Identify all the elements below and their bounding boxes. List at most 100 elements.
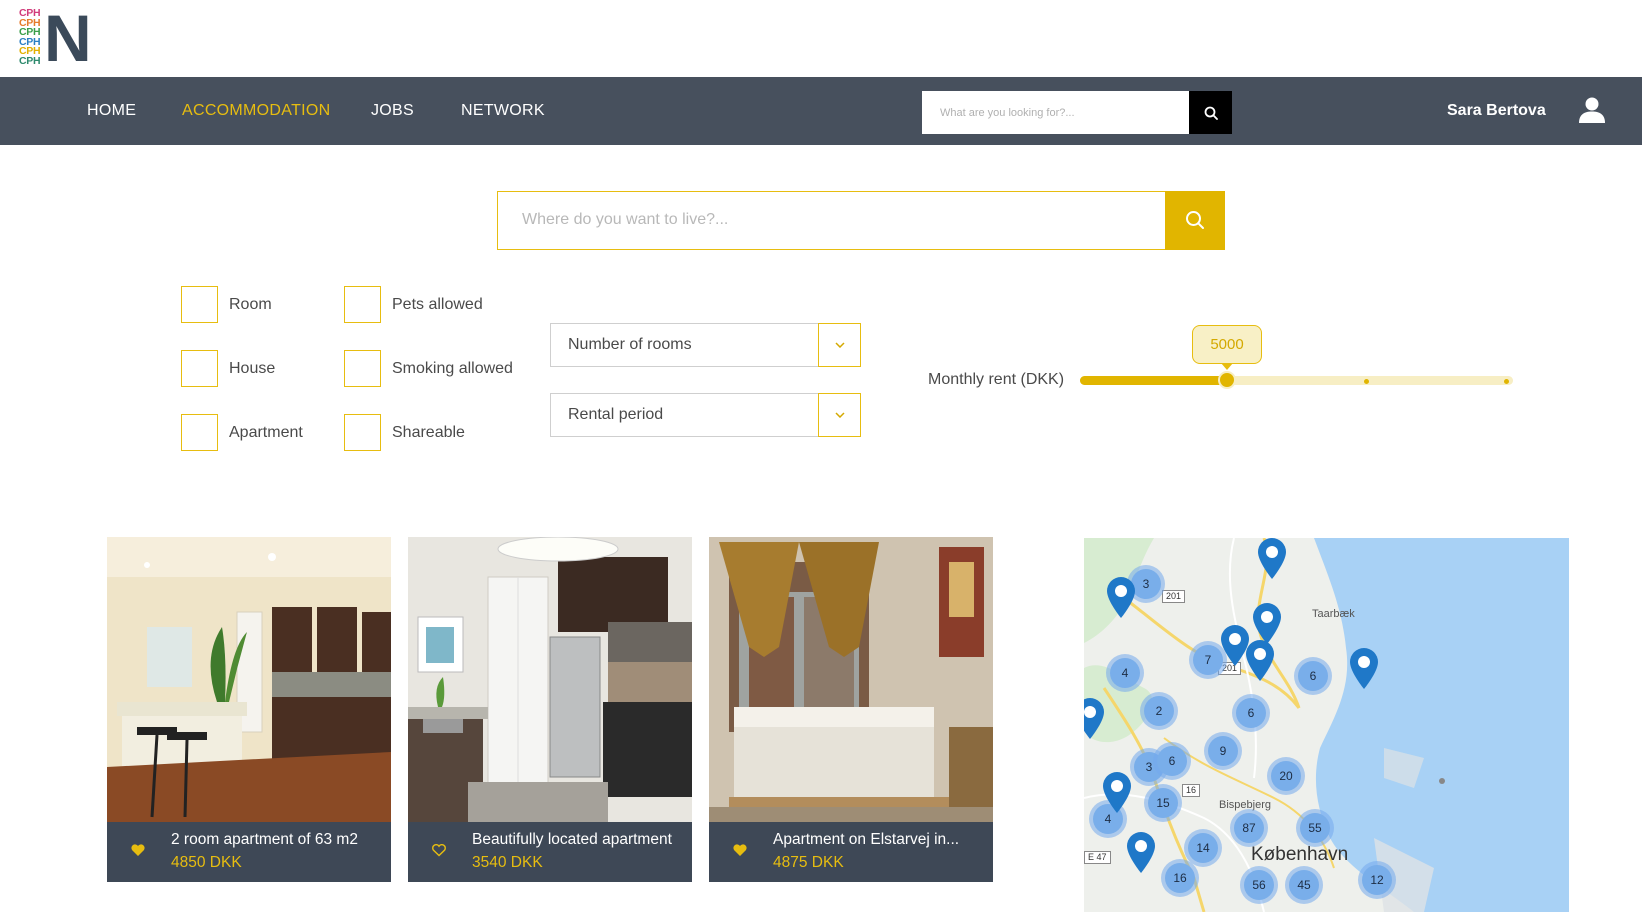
map-cluster[interactable]: 6: [1153, 742, 1191, 780]
filter-smoking-allowed[interactable]: Smoking allowed: [344, 350, 513, 387]
checkbox[interactable]: [344, 286, 381, 323]
navbar: HOME ACCOMMODATION JOBS NETWORK Sara Ber…: [0, 77, 1642, 145]
filter-label: Smoking allowed: [392, 359, 513, 377]
cluster-count: 6: [1157, 746, 1187, 776]
filter-label: Shareable: [392, 423, 465, 441]
map-cluster[interactable]: 16: [1161, 859, 1199, 897]
map-pin-icon[interactable]: [1084, 696, 1107, 740]
map-pin-icon[interactable]: [1255, 538, 1289, 580]
map-pin-icon[interactable]: [1100, 770, 1134, 814]
map-cluster[interactable]: 56: [1240, 866, 1278, 904]
user-name[interactable]: Sara Bertova: [1447, 102, 1546, 120]
listing-title: 2 room apartment of 63 m2: [171, 831, 358, 848]
listing-card[interactable]: 2 room apartment of 63 m2 4850 DKK: [107, 537, 391, 882]
cluster-count: 16: [1165, 863, 1195, 893]
map-cluster[interactable]: 9: [1204, 732, 1242, 770]
nav-search-button[interactable]: [1189, 91, 1232, 134]
checkbox[interactable]: [344, 414, 381, 451]
select-value: Rental period: [568, 406, 664, 423]
checkbox[interactable]: [181, 414, 218, 451]
heart-icon[interactable]: [732, 842, 748, 858]
logo[interactable]: CPH CPH CPH CPH CPH CPH N: [19, 5, 92, 71]
listing-title: Apartment on Elstarvej in...: [773, 831, 960, 848]
map-cluster[interactable]: 87: [1230, 809, 1268, 847]
rental-period-select[interactable]: Rental period: [550, 393, 861, 437]
listing-title: Beautifully located apartment: [472, 831, 672, 848]
rent-slider[interactable]: [1080, 371, 1513, 389]
filter-house[interactable]: House: [181, 350, 275, 387]
nav-accommodation[interactable]: ACCOMMODATION: [182, 102, 331, 120]
map-pin-icon[interactable]: [1124, 830, 1158, 874]
listing-price: 4850 DKK: [171, 854, 242, 871]
filter-pets-allowed[interactable]: Pets allowed: [344, 286, 483, 323]
logo-line: CPH: [19, 54, 41, 67]
rent-label: Monthly rent (DKK): [928, 371, 1065, 388]
chevron-down-icon[interactable]: [818, 393, 861, 437]
map-cluster[interactable]: 45: [1285, 866, 1323, 904]
map-pin-icon[interactable]: [1243, 638, 1277, 682]
road-badge: 16: [1182, 784, 1201, 797]
cluster-count: 20: [1271, 761, 1301, 791]
map-cluster[interactable]: 55: [1296, 809, 1334, 847]
cluster-count: 45: [1289, 870, 1319, 900]
listings-map[interactable]: Taarbæk Bispebjerg København 201 201 16 …: [1084, 538, 1569, 912]
map-cluster[interactable]: 15: [1144, 784, 1182, 822]
checkbox[interactable]: [181, 350, 218, 387]
slider-tick: [1504, 379, 1509, 384]
rent-slider-fill: [1080, 376, 1227, 385]
cluster-count: 6: [1298, 661, 1328, 691]
listing-info: Beautifully located apartment 3540 DKK: [408, 822, 692, 882]
nav-search: [922, 91, 1232, 134]
search-icon: [1204, 106, 1218, 120]
map-place-label: København: [1251, 844, 1349, 865]
map-cluster[interactable]: 6: [1294, 657, 1332, 695]
cluster-count: 9: [1208, 736, 1238, 766]
logo-letter: N: [44, 1, 92, 75]
nav-home[interactable]: HOME: [87, 102, 136, 120]
map-place-label: Taarbæk: [1312, 608, 1355, 620]
listing-card[interactable]: Apartment on Elstarvej in... 4875 DKK: [709, 537, 993, 882]
filter-apartment[interactable]: Apartment: [181, 414, 303, 451]
cluster-count: 87: [1234, 813, 1264, 843]
checkbox[interactable]: [344, 350, 381, 387]
user-icon[interactable]: [1577, 95, 1607, 125]
select-value: Number of rooms: [568, 336, 692, 353]
map-cluster[interactable]: 20: [1267, 757, 1305, 795]
map-cluster[interactable]: 12: [1358, 861, 1396, 899]
nav-network[interactable]: NETWORK: [461, 102, 545, 120]
location-search-input[interactable]: [498, 192, 1164, 248]
road-badge: E 47: [1084, 851, 1111, 864]
map-cluster[interactable]: 2: [1140, 692, 1178, 730]
heart-icon[interactable]: [130, 842, 146, 858]
cluster-count: 4: [1110, 658, 1140, 688]
map-pin-icon[interactable]: [1104, 575, 1138, 619]
filter-label: Room: [229, 295, 272, 313]
nav-jobs[interactable]: JOBS: [371, 102, 414, 120]
listing-price: 4875 DKK: [773, 854, 844, 871]
listing-photo: [709, 537, 993, 822]
cluster-count: 14: [1188, 833, 1218, 863]
map-cluster[interactable]: 6: [1232, 694, 1270, 732]
road-badge: 201: [1162, 590, 1186, 603]
heart-icon[interactable]: [431, 842, 447, 858]
cluster-count: 15: [1148, 788, 1178, 818]
rent-slider-handle[interactable]: [1218, 371, 1236, 389]
chevron-down-icon[interactable]: [818, 323, 861, 367]
top-bar: CPH CPH CPH CPH CPH CPH N: [0, 0, 1642, 77]
cluster-count: 55: [1300, 813, 1330, 843]
filter-shareable[interactable]: Shareable: [344, 414, 465, 451]
number-of-rooms-select[interactable]: Number of rooms: [550, 323, 861, 367]
map-cluster[interactable]: 4: [1106, 654, 1144, 692]
map-pin-icon[interactable]: [1347, 646, 1381, 690]
filter-label: Pets allowed: [392, 295, 483, 313]
listing-photo: [408, 537, 692, 822]
filter-room[interactable]: Room: [181, 286, 272, 323]
listing-info: Apartment on Elstarvej in... 4875 DKK: [709, 822, 993, 882]
logo-stack: CPH CPH CPH CPH CPH CPH: [19, 8, 41, 67]
location-search-button[interactable]: [1164, 190, 1225, 250]
filter-label: House: [229, 359, 276, 377]
listing-price: 3540 DKK: [472, 854, 543, 871]
nav-search-input[interactable]: [922, 91, 1189, 134]
checkbox[interactable]: [181, 286, 218, 323]
listing-card[interactable]: Beautifully located apartment 3540 DKK: [408, 537, 692, 882]
